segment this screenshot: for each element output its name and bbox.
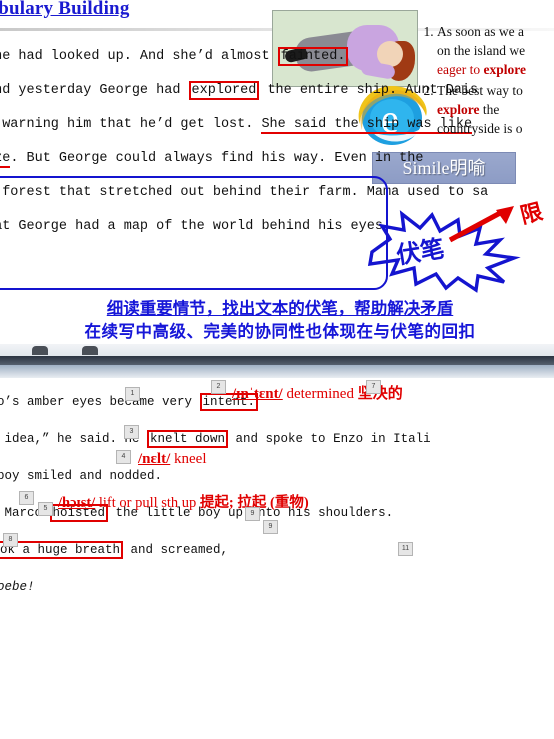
story2-line-6: Phoebe! xyxy=(0,580,35,594)
comment-marker[interactable]: 11 xyxy=(398,542,413,556)
band-blob-2 xyxy=(82,346,98,355)
band-dark-stripe xyxy=(0,356,554,365)
band-water xyxy=(0,365,554,378)
gloss-intent-def: determined xyxy=(282,386,358,402)
comment-marker[interactable]: 2 xyxy=(211,380,226,394)
story-line-2: And yesterday George had explored the en… xyxy=(0,81,479,100)
highlight-fainted: fainted. xyxy=(277,47,349,66)
slide1-banner: 细读重要情节，找出文本的伏笔，帮助解决矛盾 在续写中高级、完美的协同性也体现在与… xyxy=(0,298,554,344)
story2-line-5: took a huge breath and screamed, xyxy=(0,532,412,569)
annotation-frame-blue xyxy=(0,176,388,290)
example-sentences: As soon as we a on the island we eager t… xyxy=(418,22,554,140)
red-arrow-icon xyxy=(448,204,518,249)
story-line-4: aze. But George could always find his wa… xyxy=(0,142,423,176)
gloss-kneel: /nɛlt/ kneel xyxy=(138,451,206,468)
comment-marker[interactable]: 5 xyxy=(38,502,53,516)
highlight-took-a-huge-breath: took a huge breath xyxy=(0,541,124,559)
band-blob-1 xyxy=(32,346,48,355)
comment-marker[interactable]: 3 xyxy=(124,425,139,439)
comment-marker[interactable]: 8 xyxy=(3,533,18,547)
gloss-hoist: /hɔɪst/ lift or pull sth up 提起; 拉起 (重物) xyxy=(58,491,309,512)
gloss-hoist-ipa: /hɔɪst/ xyxy=(58,495,96,511)
comment-marker[interactable]: 7 xyxy=(366,380,381,394)
slide-divider-band xyxy=(0,344,554,378)
presentation-screenshot: Vocabulary Building e Simile明喻 xyxy=(0,0,554,739)
story-line-3: t warning him that he’d get lost. She sa… xyxy=(0,117,473,134)
example-item-1: As soon as we a on the island we eager t… xyxy=(437,22,554,79)
comment-marker[interactable]: 4 xyxy=(116,450,131,464)
banner-line-1: 细读重要情节，找出文本的伏笔，帮助解决矛盾 xyxy=(106,300,454,318)
slide-vocabulary-building: Vocabulary Building e Simile明喻 xyxy=(0,0,554,348)
gloss-kneel-def: kneel xyxy=(170,451,207,467)
banner-line-2: 在续写中高级、完美的协同性也体现在与伏笔的回扣 xyxy=(84,323,476,341)
highlight-explored: explored xyxy=(188,81,260,100)
story-line-1: She had looked up. And she’d almost fain… xyxy=(0,40,406,74)
gloss-hoist-def: lift or pull sth up xyxy=(95,495,200,511)
example-item-2: The best way to explore the countryside … xyxy=(437,81,554,138)
comment-marker[interactable]: 1 xyxy=(125,387,140,401)
slide-vocabulary-notes: rco’s amber eyes became very intent. An … xyxy=(0,378,554,739)
highlight-knelt-down: knelt down xyxy=(147,430,229,448)
gloss-kneel-ipa: /nɛlt/ xyxy=(138,451,171,467)
comment-marker[interactable]: 9 xyxy=(245,507,260,521)
starburst-foreshadowing-label: 伏笔 xyxy=(394,235,447,270)
comment-marker[interactable]: 6 xyxy=(19,491,34,505)
comment-marker[interactable]: 9 xyxy=(263,520,278,534)
ripple-chinese-label: 限 xyxy=(517,198,546,229)
gloss-intent-ipa: /ɪnˈtɛnt/ xyxy=(232,386,283,402)
page-title: Vocabulary Building xyxy=(0,0,130,19)
